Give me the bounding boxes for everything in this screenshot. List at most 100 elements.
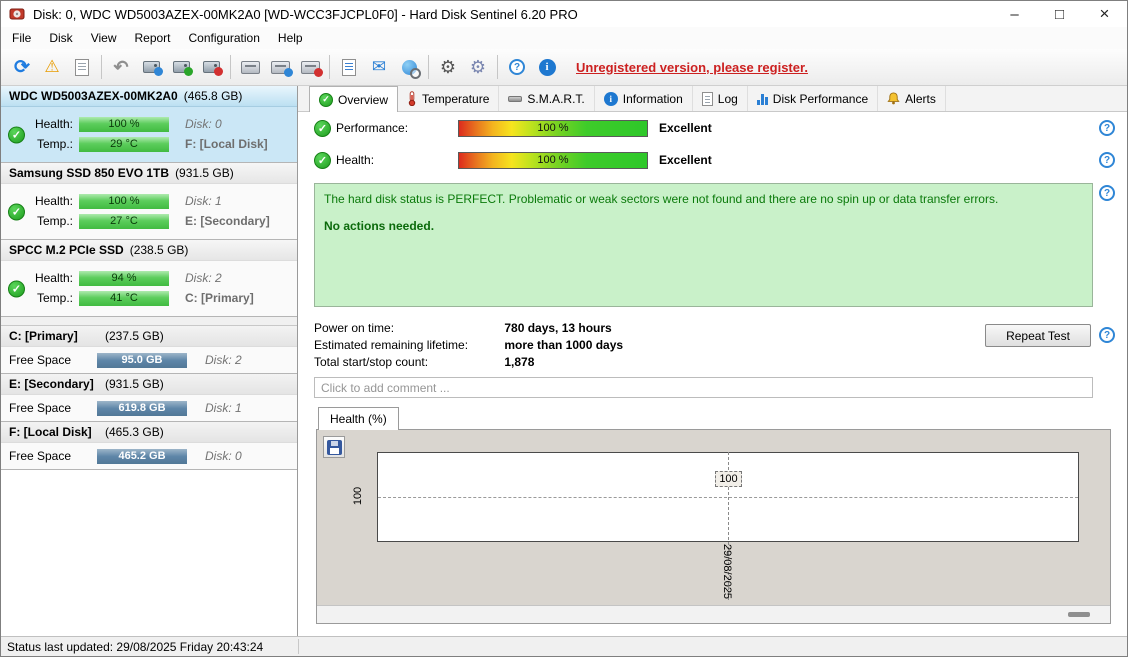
statusbar-divider (298, 639, 299, 654)
partition-header: C: [Primary] (237.5 GB) (1, 326, 297, 347)
report-button[interactable] (67, 53, 97, 82)
health-ok-icon: ✓ (314, 151, 331, 169)
menu-file[interactable]: File (3, 28, 40, 48)
tab-disk-performance[interactable]: Disk Performance (748, 86, 879, 111)
status-help-icon[interactable]: ? (1099, 185, 1115, 201)
disk-number: Disk: 1 (185, 194, 222, 208)
stat-value: 780 days, 13 hours (504, 321, 612, 335)
chart-tab-health[interactable]: Health (%) (318, 407, 399, 430)
settings-button[interactable]: ⚙ (433, 53, 463, 82)
tab-label: Temperature (422, 91, 490, 106)
log-icon (701, 91, 713, 106)
disk-number: Disk: 1 (205, 401, 242, 415)
toolbar: ⟳ ⚠ ↶ ✉ ⚙ ⚙ ? i Unregistered version, pl… (1, 49, 1127, 86)
disk-number: Disk: 0 (185, 117, 222, 131)
performance-bar: 100 % (458, 119, 648, 137)
chart-scrollbar-thumb[interactable] (1068, 612, 1090, 617)
notes-button[interactable] (334, 53, 364, 82)
menu-disk[interactable]: Disk (40, 28, 81, 48)
chart-scrollbar-track (317, 605, 1110, 623)
free-space-label: Free Space (9, 401, 72, 415)
repeat-test-help-icon[interactable]: ? (1099, 327, 1115, 343)
disk-remove-button[interactable] (196, 53, 226, 82)
tab-label: Information (622, 91, 683, 106)
repeat-test-button[interactable]: Repeat Test (985, 324, 1091, 347)
health-help-icon[interactable]: ? (1099, 152, 1115, 168)
tab-alerts[interactable]: Alerts (878, 86, 946, 111)
partition-size: (465.3 GB) (105, 425, 164, 439)
drive-letter: F: [Local Disk] (185, 137, 268, 151)
disk-number: Disk: 0 (205, 449, 242, 463)
menu-configuration[interactable]: Configuration (180, 28, 269, 48)
disk-size: (238.5 GB) (129, 243, 189, 257)
comment-input[interactable] (314, 377, 1093, 398)
temp-bar: 29 °C (79, 136, 169, 152)
drive-tools-button[interactable] (265, 53, 295, 82)
health-row: ✓ Health: 100 % Excellent (314, 150, 712, 170)
tab-label: S.M.A.R.T. (527, 91, 585, 106)
disk-item-0[interactable]: WDC WD5003AZEX-00MK2A0 (465.8 GB) ✓ Heal… (1, 86, 297, 163)
free-space-bar: 465.2 GB (97, 448, 187, 464)
disk-number: Disk: 2 (205, 353, 242, 367)
partition-item-c[interactable]: C: [Primary] (237.5 GB) Free Space 95.0 … (1, 326, 297, 374)
disk-item-2[interactable]: SPCC M.2 PCIe SSD (238.5 GB) ✓ Health: 9… (1, 240, 297, 317)
disk-name: SPCC M.2 PCIe SSD (9, 243, 124, 257)
tab-label: Overview (338, 92, 389, 107)
disk-remove-icon (202, 61, 223, 76)
drive-test-button[interactable] (295, 53, 325, 82)
refresh-button[interactable]: ⟳ (7, 53, 37, 82)
help-button[interactable]: ? (502, 53, 532, 82)
health-label: Health: (336, 153, 375, 167)
disk-item-1[interactable]: Samsung SSD 850 EVO 1TB (931.5 GB) ✓ Hea… (1, 163, 297, 240)
save-icon (326, 439, 342, 455)
performance-help-icon[interactable]: ? (1099, 120, 1115, 136)
drive-detect-icon (240, 60, 260, 74)
window-title: Disk: 0, WDC WD5003AZEX-00MK2A0 [WD-WCC3… (33, 6, 578, 22)
disk-name: Samsung SSD 850 EVO 1TB (9, 166, 170, 180)
toolbar-separator (497, 55, 498, 79)
app-window: Disk: 0, WDC WD5003AZEX-00MK2A0 [WD-WCC3… (0, 0, 1128, 657)
tab-overview[interactable]: ✓ Overview (309, 86, 399, 112)
disk-accept-button[interactable] (166, 53, 196, 82)
save-chart-button[interactable] (323, 436, 345, 458)
stat-value: more than 1000 days (504, 338, 624, 352)
main-panel: ✓ Overview Temperature S.M.A.R.T. i Info… (298, 86, 1127, 636)
health-bar: 100 % (79, 193, 169, 209)
register-link[interactable]: Unregistered version, please register. (576, 60, 808, 75)
tab-smart[interactable]: S.M.A.R.T. (499, 86, 595, 111)
undo-button[interactable]: ↶ (106, 53, 136, 82)
mail-button[interactable]: ✉ (364, 53, 394, 82)
disk-header: WDC WD5003AZEX-00MK2A0 (465.8 GB) (1, 86, 297, 107)
close-button[interactable]: × (1082, 1, 1127, 27)
gear-icon: ⚙ (439, 56, 457, 77)
stat-power-on-time: Power on time: 780 days, 13 hours (314, 321, 612, 337)
minimize-button[interactable]: – (992, 1, 1037, 27)
stat-label: Total start/stop count: (314, 355, 429, 369)
health-ok-icon: ✓ (8, 203, 25, 220)
menubar: File Disk View Report Configuration Help (1, 27, 1127, 49)
tab-temperature[interactable]: Temperature (398, 86, 500, 111)
smart-icon (508, 95, 523, 102)
partition-item-e[interactable]: E: [Secondary] (931.5 GB) Free Space 619… (1, 374, 297, 422)
info-icon: i (538, 58, 556, 76)
health-ok-icon: ✓ (8, 126, 25, 143)
partition-item-f[interactable]: F: [Local Disk] (465.3 GB) Free Space 46… (1, 422, 297, 470)
tab-information[interactable]: i Information (595, 86, 693, 111)
alert-schedule-button[interactable]: ⚠ (37, 53, 67, 82)
tab-log[interactable]: Log (693, 86, 748, 111)
disk-offline-button[interactable] (136, 53, 166, 82)
performance-chart-icon (756, 93, 768, 105)
preferences-button[interactable]: ⚙ (463, 53, 493, 82)
menu-report[interactable]: Report (125, 28, 179, 48)
performance-row: ✓ Performance: 100 % Excellent (314, 118, 712, 138)
report-icon (75, 58, 89, 76)
maximize-button[interactable]: □ (1037, 1, 1082, 27)
drive-detect-button[interactable] (235, 53, 265, 82)
menu-view[interactable]: View (82, 28, 126, 48)
about-button[interactable]: i (532, 53, 562, 82)
menu-help[interactable]: Help (269, 28, 312, 48)
web-search-button[interactable] (394, 53, 424, 82)
performance-ok-icon: ✓ (314, 119, 331, 137)
partition-name: C: [Primary] (9, 329, 78, 343)
toolbar-separator (428, 55, 429, 79)
